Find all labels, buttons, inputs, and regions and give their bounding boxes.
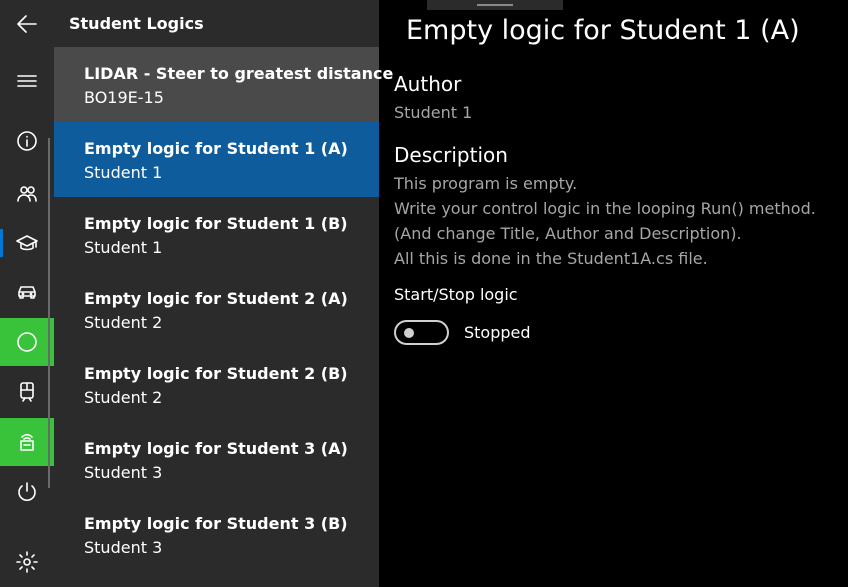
nav-train[interactable] (0, 368, 54, 416)
list-item-subtitle: BO19E-15 (84, 88, 164, 107)
nav-status-active[interactable] (0, 318, 54, 366)
router-icon (20, 433, 34, 451)
drag-handle[interactable] (427, 0, 563, 10)
list-item-subtitle: Student 1 (84, 163, 163, 182)
nav-student-logics[interactable] (0, 219, 54, 267)
list-item-subtitle: Student 2 (84, 313, 163, 332)
start-stop-label: Start/Stop logic (394, 285, 518, 304)
description-label: Description (394, 143, 508, 167)
car-icon (18, 286, 36, 299)
nav-info[interactable] (0, 117, 54, 165)
list-item-title: Empty logic for Student 2 (B) (84, 364, 348, 383)
back-arrow-icon (17, 15, 37, 33)
menu-button[interactable] (0, 57, 54, 105)
pane-title: Student Logics (69, 14, 204, 33)
student-logics-pane: Student Logics LIDAR - Steer to greatest… (54, 0, 394, 587)
circle-icon (17, 332, 37, 352)
list-item-title: LIDAR - Steer to greatest distance (84, 64, 394, 83)
description-line: This program is empty. (394, 174, 578, 193)
power-icon (18, 482, 36, 501)
list-item[interactable]: Empty logic for Student 2 (B) Student 2 (54, 347, 379, 422)
list-item-selected[interactable]: Empty logic for Student 1 (A) Student 1 (54, 122, 379, 197)
list-item[interactable]: Empty logic for Student 3 (A) Student 3 (54, 422, 379, 497)
train-icon (20, 382, 34, 402)
nav-people[interactable] (0, 169, 54, 217)
list-item-title: Empty logic for Student 3 (B) (84, 514, 348, 533)
back-button[interactable] (0, 0, 54, 48)
toggle-state-text: Stopped (464, 323, 531, 342)
nav-car[interactable] (0, 268, 54, 316)
toggle-knob (404, 328, 414, 338)
info-icon (17, 131, 37, 151)
author-label: Author (394, 72, 462, 96)
list-item[interactable]: Empty logic for Student 2 (A) Student 2 (54, 272, 379, 347)
graduation-cap-icon (16, 235, 38, 251)
author-value: Student 1 (394, 103, 473, 122)
gear-icon (16, 551, 38, 573)
hamburger-menu-icon (17, 75, 37, 87)
list-item[interactable]: LIDAR - Steer to greatest distance BO19E… (54, 47, 394, 122)
nav-power[interactable] (0, 468, 54, 516)
start-stop-toggle[interactable] (394, 320, 449, 345)
list-item-subtitle: Student 2 (84, 388, 163, 407)
list-item-title: Empty logic for Student 3 (A) (84, 439, 348, 458)
list-item-subtitle: Student 1 (84, 238, 163, 257)
nav-connection[interactable] (0, 418, 54, 466)
description-line: Write your control logic in the looping … (394, 199, 816, 218)
list-item-subtitle: Student 3 (84, 538, 163, 557)
list-item-title: Empty logic for Student 1 (A) (84, 139, 348, 158)
nav-settings[interactable] (0, 538, 54, 586)
description-line: All this is done in the Student1A.cs fil… (394, 249, 708, 268)
people-icon (17, 186, 37, 202)
rail-scrollbar[interactable] (48, 138, 50, 488)
nav-rail (0, 0, 54, 587)
list-item-title: Empty logic for Student 1 (B) (84, 214, 348, 233)
list-item-subtitle: Student 3 (84, 463, 163, 482)
list-item-title: Empty logic for Student 2 (A) (84, 289, 348, 308)
list-item[interactable]: Empty logic for Student 1 (B) Student 1 (54, 197, 379, 272)
list-item[interactable]: Empty logic for Student 3 (B) Student 3 (54, 497, 379, 572)
description-line: (And change Title, Author and Descriptio… (394, 224, 742, 243)
detail-title: Empty logic for Student 1 (A) (406, 15, 800, 46)
